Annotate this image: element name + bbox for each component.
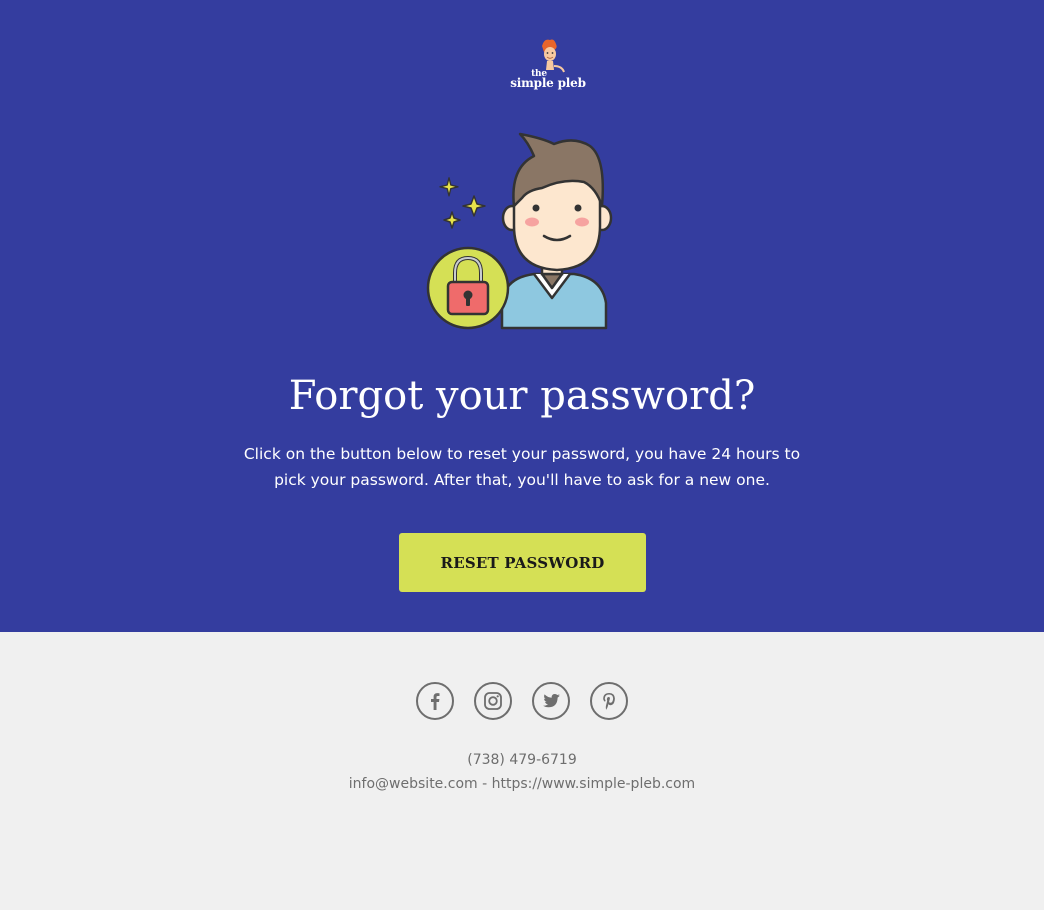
page-title: Forgot your password? <box>288 373 756 419</box>
user-with-lock-icon <box>426 132 613 330</box>
email-link[interactable]: info@website.com <box>349 776 478 792</box>
twitter-link[interactable] <box>532 682 570 720</box>
facebook-link[interactable] <box>416 682 454 720</box>
instagram-link[interactable] <box>474 682 512 720</box>
contact-separator: - <box>477 776 492 792</box>
brand-logo-text: the simple pleb <box>500 70 596 90</box>
social-links <box>0 682 1044 720</box>
brand-logo-line2: simple pleb <box>510 76 586 90</box>
hero-section: the simple pleb Forgot your password? Cl… <box>0 0 1044 632</box>
reset-password-button[interactable]: RESET PASSWORD <box>399 533 646 592</box>
website-link[interactable]: https://www.simple-pleb.com <box>492 776 696 792</box>
footer-section <box>0 632 1044 910</box>
instagram-icon <box>484 692 502 710</box>
instructions-text: Click on the button below to reset your … <box>243 445 801 489</box>
twitter-icon <box>543 694 560 708</box>
facebook-icon <box>431 693 440 710</box>
pinterest-link[interactable] <box>590 682 628 720</box>
contact-line: info@website.com - https://www.simple-pl… <box>0 774 1044 794</box>
sparkle-icon <box>439 177 486 229</box>
brand-logo[interactable]: the simple pleb <box>500 36 596 96</box>
phone-number[interactable]: (738) 479-6719 <box>0 750 1044 770</box>
pinterest-icon <box>603 693 615 710</box>
